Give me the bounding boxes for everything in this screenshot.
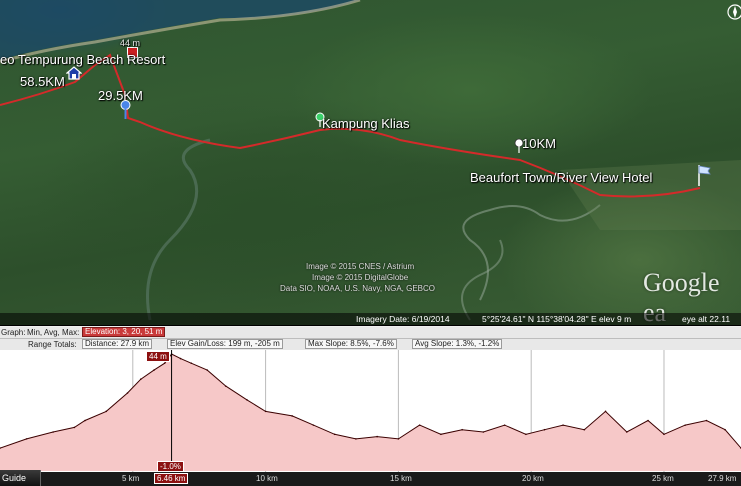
river <box>146 138 211 321</box>
place-label-kampung-klias[interactable]: Kampung Klias <box>322 116 409 131</box>
elevation-point <box>397 438 400 440</box>
elevation-area <box>0 354 741 471</box>
elevation-point <box>647 419 649 422</box>
elevation-point <box>543 428 546 431</box>
elevation-point <box>84 419 86 422</box>
elevation-point <box>376 435 378 438</box>
elev-gain-loss-stat: Elev Gain/Loss: 199 m, -205 m <box>167 339 283 349</box>
elevation-point <box>705 419 708 422</box>
guide-button[interactable]: Guide <box>0 470 41 486</box>
elevation-point <box>355 438 357 440</box>
elevation-point <box>482 431 485 433</box>
elevation-point <box>503 424 506 426</box>
compass-icon[interactable] <box>725 4 741 20</box>
distance-label-10km: 10KM <box>522 136 556 151</box>
elevation-marker-label: 44 m <box>120 38 141 48</box>
river <box>462 204 601 301</box>
graph-label: Graph: <box>1 328 26 337</box>
elevation-point <box>153 369 155 371</box>
imagery-date: Imagery Date: 6/19/2014 <box>356 314 450 324</box>
elevation-point <box>291 415 293 417</box>
elevation-point <box>73 426 76 429</box>
elevation-point <box>264 410 267 413</box>
axis-tick-5km: 5 km <box>122 474 140 483</box>
elevation-point <box>663 433 665 436</box>
max-slope-stat[interactable]: Max Slope: 8.5%, -7.6% <box>305 339 397 349</box>
elevation-point <box>52 431 54 433</box>
satellite-map[interactable]: 44 m eo Tempurung Beach Resort 58.5KM 29… <box>0 0 741 325</box>
imagery-credit-1: Image © 2015 CNES / Astrium <box>306 262 415 271</box>
home-placemark-icon[interactable] <box>65 66 83 80</box>
distance-stat: Distance: 27.9 km <box>82 339 153 349</box>
elevation-point <box>312 424 315 426</box>
axis-tick-10km: 10 km <box>256 474 278 483</box>
axis-tick-25km: 25 km <box>652 474 674 483</box>
distance-label-58km: 58.5KM <box>20 74 65 89</box>
elevation-point <box>724 428 726 431</box>
cursor-distance: 6.46 km <box>154 473 189 484</box>
place-label-beach-resort[interactable]: eo Tempurung Beach Resort <box>0 52 165 67</box>
sea-area <box>0 0 360 60</box>
elevation-point <box>562 424 564 426</box>
elevation-point <box>126 392 129 394</box>
slope-tooltip: -1.0% <box>157 461 184 472</box>
elevation-point <box>625 431 628 433</box>
elevation-point <box>440 433 442 436</box>
flag-placemark-icon[interactable] <box>697 163 713 187</box>
elevation-stat-button[interactable]: Elevation: 3, 20, 51 m <box>82 327 166 337</box>
place-label-beaufort[interactable]: Beaufort Town/River View Hotel <box>470 170 652 185</box>
axis-tick-27km: 27.9 km <box>708 474 737 483</box>
elevation-point <box>246 399 248 401</box>
elevation-point <box>684 424 687 426</box>
axis-tick-15km: 15 km <box>390 474 412 483</box>
elevation-tooltip: 44 m <box>146 351 170 362</box>
elevation-point <box>25 438 28 440</box>
graph-stats-row: Graph: Min, Avg, Max: Elevation: 3, 20, … <box>0 327 741 339</box>
placemark-pin-icon[interactable] <box>120 100 131 120</box>
elevation-point <box>105 410 108 413</box>
elevation-point <box>461 428 463 431</box>
elevation-point <box>163 362 166 364</box>
range-totals-label: Range Totals: <box>28 340 77 349</box>
elevation-point <box>418 424 421 426</box>
elevation-point <box>583 428 586 431</box>
map-status-bar: Imagery Date: 6/19/2014 5°25'24.61" N 11… <box>0 313 741 326</box>
distance-axis: 5 km 10 km 15 km 20 km 25 km 27.9 km 6.4… <box>0 472 741 486</box>
elevation-point <box>224 385 227 387</box>
eye-altitude: eye alt 22.11 <box>682 314 731 324</box>
cursor-coordinates: 5°25'24.61" N 115°38'04.28" E elev 9 m <box>482 314 632 324</box>
imagery-credit-3: Data SIO, NOAA, U.S. Navy, NGA, GEBCO <box>280 284 435 293</box>
avg-slope-stat[interactable]: Avg Slope: 1.3%, -1.2% <box>412 339 503 349</box>
imagery-credit-2: Image © 2015 DigitalGlobe <box>312 273 409 282</box>
axis-tick-20km: 20 km <box>522 474 544 483</box>
elevation-point <box>206 369 208 371</box>
min-avg-max-label: Min, Avg, Max: <box>27 328 80 337</box>
elevation-point <box>139 378 142 381</box>
elevation-point <box>333 433 336 436</box>
elevation-point <box>525 433 527 436</box>
elevation-point <box>179 357 182 360</box>
elevation-point <box>604 410 607 413</box>
elevation-point <box>190 362 193 364</box>
elevation-profile-chart[interactable] <box>0 350 741 475</box>
